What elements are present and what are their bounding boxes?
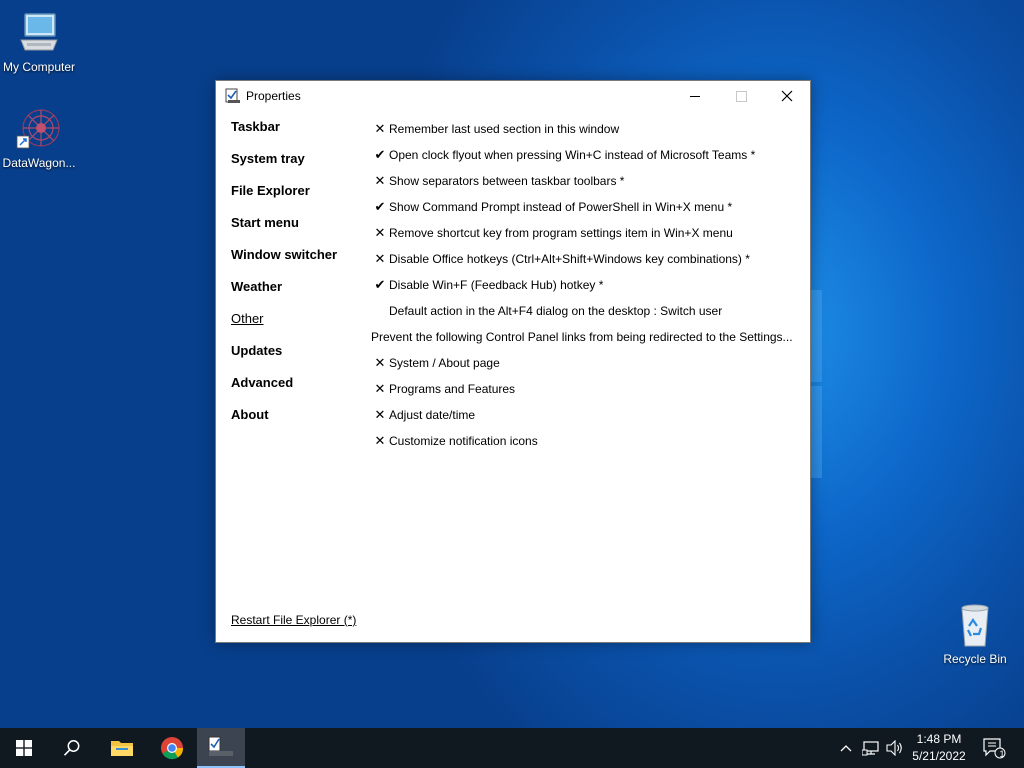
chevron-up-icon [840, 745, 852, 752]
setting-programs-and-features[interactable]: ✕ Programs and Features [371, 376, 801, 402]
taskbar-properties-app[interactable] [197, 728, 245, 768]
settings-list: ✕ Remember last used section in this win… [371, 116, 801, 454]
show-hidden-icons-button[interactable] [836, 738, 856, 758]
setting-label: Programs and Features [389, 382, 516, 396]
nav-item-system-tray[interactable]: System tray [231, 151, 361, 183]
cross-icon: ✕ [374, 173, 386, 188]
setting-show-separators[interactable]: ✕ Show separators between taskbar toolba… [371, 168, 801, 194]
search-button[interactable] [48, 728, 96, 768]
setting-open-clock-flyout[interactable]: ✔ Open clock flyout when pressing Win+C … [371, 142, 801, 168]
setting-disable-office-hotkeys[interactable]: ✕ Disable Office hotkeys (Ctrl+Alt+Shift… [371, 246, 801, 272]
recycle-bin-icon [951, 602, 999, 650]
window-title: Properties [246, 89, 301, 103]
taskbar-chrome[interactable] [148, 728, 196, 768]
desktop-icon-recycle-bin[interactable]: Recycle Bin [936, 602, 1014, 666]
desktop-icon-datawagon[interactable]: DataWagon... [0, 106, 78, 170]
properties-app-icon [208, 736, 233, 756]
setting-label: Disable Office hotkeys (Ctrl+Alt+Shift+W… [389, 252, 750, 266]
datawagon-app-icon [15, 106, 63, 154]
restart-file-explorer-link[interactable]: Restart File Explorer (*) [231, 613, 356, 627]
search-icon [63, 740, 80, 756]
setting-label: Remember last used section in this windo… [389, 122, 620, 136]
nav-item-other[interactable]: Other [231, 311, 361, 343]
clock-date: 5/21/2022 [912, 749, 966, 763]
minimize-icon [690, 95, 700, 97]
computer-icon [15, 10, 63, 58]
setting-adjust-date-time[interactable]: ✕ Adjust date/time [371, 402, 801, 428]
desktop-icon-label: DataWagon... [2, 156, 76, 170]
windows-logo-icon [16, 740, 32, 756]
nav-item-taskbar[interactable]: Taskbar [231, 119, 361, 151]
desktop-icon-label: Recycle Bin [943, 652, 1007, 666]
nav-item-window-switcher[interactable]: Window switcher [231, 247, 361, 279]
nav-item-weather[interactable]: Weather [231, 279, 361, 311]
setting-label: Show separators between taskbar toolbars… [389, 174, 625, 188]
start-button[interactable] [0, 728, 48, 768]
setting-label: Remove shortcut key from program setting… [389, 226, 733, 240]
nav-item-start-menu[interactable]: Start menu [231, 215, 361, 247]
setting-system-about-page[interactable]: ✕ System / About page [371, 350, 801, 376]
close-icon [781, 90, 793, 102]
check-icon: ✔ [374, 277, 386, 292]
window-titlebar[interactable]: Properties [216, 81, 810, 111]
setting-label: Disable Win+F (Feedback Hub) hotkey * [389, 278, 604, 292]
cross-icon: ✕ [374, 251, 386, 266]
check-icon: ✔ [374, 147, 386, 162]
section-nav: Taskbar System tray File Explorer Start … [231, 119, 361, 439]
setting-label: Adjust date/time [389, 408, 476, 422]
control-panel-redirect-heading: Prevent the following Control Panel link… [371, 324, 801, 350]
setting-label: Show Command Prompt instead of PowerShel… [389, 200, 733, 214]
clock-time: 1:48 PM [916, 732, 962, 746]
properties-window: Properties Taskbar System tray File Expl… [215, 80, 811, 643]
setting-remove-shortcut-key[interactable]: ✕ Remove shortcut key from program setti… [371, 220, 801, 246]
close-button[interactable] [764, 81, 810, 111]
nav-item-advanced[interactable]: Advanced [231, 375, 361, 407]
setting-remember-last-section[interactable]: ✕ Remember last used section in this win… [371, 116, 801, 142]
nav-item-updates[interactable]: Updates [231, 343, 361, 375]
desktop-icon-my-computer[interactable]: My Computer [0, 10, 78, 74]
folder-icon [111, 741, 133, 756]
maximize-button[interactable] [718, 81, 764, 111]
setting-alt-f4-default-action[interactable]: Default action in the Alt+F4 dialog on t… [371, 298, 801, 324]
setting-disable-win-f[interactable]: ✔ Disable Win+F (Feedback Hub) hotkey * [371, 272, 801, 298]
check-icon: ✔ [374, 199, 386, 214]
speaker-icon [886, 740, 902, 756]
cross-icon: ✕ [374, 355, 386, 370]
nav-item-about[interactable]: About [231, 407, 361, 439]
setting-label: Default action in the Alt+F4 dialog on t… [389, 304, 723, 318]
volume-tray-icon[interactable] [885, 738, 905, 758]
setting-customize-notification-icons[interactable]: ✕ Customize notification icons [371, 428, 801, 454]
setting-label: Customize notification icons [389, 434, 538, 448]
section-heading: Prevent the following Control Panel link… [371, 330, 793, 344]
taskbar: 1:48 PM 5/21/2022 1 [0, 728, 1024, 768]
properties-app-icon [225, 88, 241, 104]
minimize-button[interactable] [672, 81, 718, 111]
cross-icon: ✕ [374, 121, 386, 136]
desktop-icon-label: My Computer [2, 60, 76, 74]
nav-item-file-explorer[interactable]: File Explorer [231, 183, 361, 215]
notification-count-badge: 1 [999, 749, 1005, 759]
taskbar-clock[interactable]: 1:48 PM 5/21/2022 [906, 731, 972, 765]
cross-icon: ✕ [374, 433, 386, 448]
setting-label: Open clock flyout when pressing Win+C in… [389, 148, 756, 162]
setting-show-command-prompt[interactable]: ✔ Show Command Prompt instead of PowerSh… [371, 194, 801, 220]
chrome-icon [161, 737, 184, 760]
cross-icon: ✕ [374, 407, 386, 422]
taskbar-file-explorer[interactable] [98, 728, 146, 768]
setting-label: System / About page [389, 356, 500, 370]
cross-icon: ✕ [374, 381, 386, 396]
cross-icon: ✕ [374, 225, 386, 240]
network-icon [862, 741, 879, 756]
maximize-icon [735, 90, 747, 102]
action-center-button[interactable]: 1 [982, 738, 1006, 759]
network-tray-icon[interactable] [861, 738, 881, 758]
